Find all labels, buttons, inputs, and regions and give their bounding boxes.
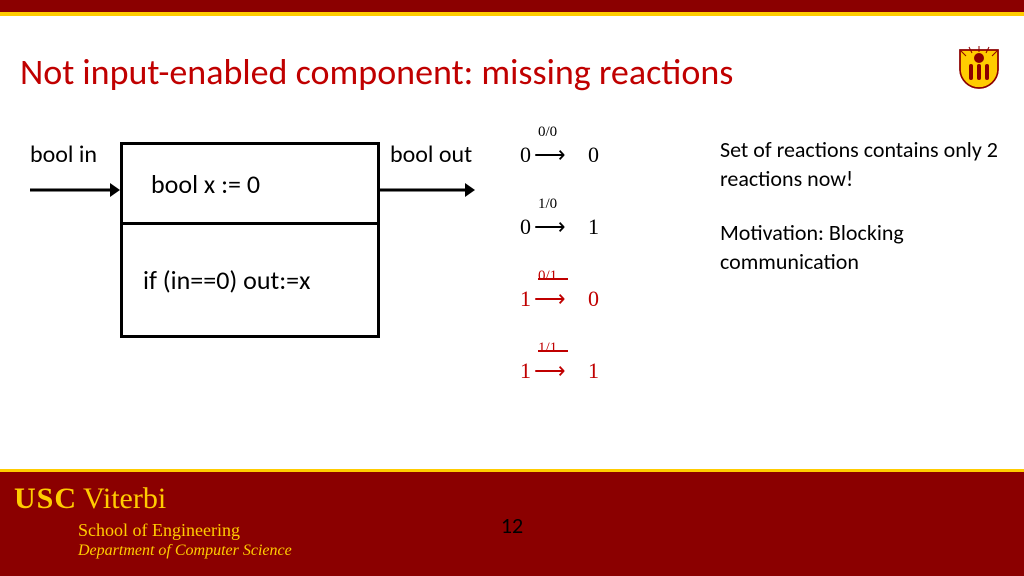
reaction-to: 1 — [588, 214, 599, 240]
page-number: 12 — [0, 512, 1024, 539]
usc-shield-icon — [956, 44, 1002, 90]
arrow-icon: ⟶ — [534, 214, 564, 240]
reaction-io: 0/1 — [538, 268, 557, 285]
arrow-icon: ⟶ — [534, 286, 564, 312]
footer: USCViterbi School of Engineering Departm… — [0, 472, 1024, 576]
reaction-to: 1 — [588, 358, 599, 384]
notes: Set of reactions contains only 2 reactio… — [720, 136, 1000, 302]
arrow-icon: ⟶ — [534, 358, 564, 384]
note-1: Set of reactions contains only 2 reactio… — [720, 136, 1000, 193]
label-bool-in: bool in — [30, 140, 97, 169]
footer-logo-text: USCViterbi — [14, 482, 166, 516]
reaction-to: 0 — [588, 142, 599, 168]
reaction-to: 0 — [588, 286, 599, 312]
component-box: bool x := 0 if (in==0) out:=x — [120, 142, 380, 338]
footer-viterbi: Viterbi — [83, 482, 166, 515]
reaction-from: 0 — [520, 142, 531, 168]
reaction-from: 1 — [520, 286, 531, 312]
reaction-from: 1 — [520, 358, 531, 384]
component-state: bool x := 0 — [123, 145, 377, 225]
label-bool-out: bool out — [390, 140, 472, 169]
reaction-io: 1/0 — [538, 196, 557, 213]
component-code: if (in==0) out:=x — [123, 225, 377, 335]
slide-title: Not input-enabled component: missing rea… — [20, 50, 733, 94]
reaction-io: 1/1 — [538, 340, 557, 357]
arrow-out-icon — [375, 180, 475, 200]
top-bar — [0, 0, 1024, 12]
arrow-in-icon — [30, 180, 120, 200]
reaction-io: 0/0 — [538, 124, 557, 141]
reaction-from: 0 — [520, 214, 531, 240]
slide: Not input-enabled component: missing rea… — [0, 0, 1024, 576]
footer-department: Department of Computer Science — [78, 542, 292, 560]
arrow-icon: ⟶ — [534, 142, 564, 168]
footer-usc: USC — [14, 482, 77, 515]
note-2: Motivation: Blocking communication — [720, 219, 1000, 276]
content-area: bool in bool out bool x := 0 if (in==0) … — [30, 130, 1004, 456]
